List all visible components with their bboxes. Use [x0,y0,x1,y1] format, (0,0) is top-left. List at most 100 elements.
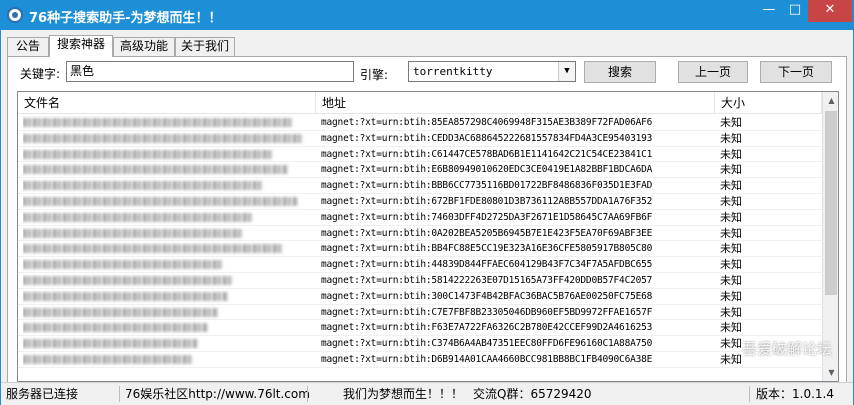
magnet-link-cell[interactable]: magnet:?xt=urn:btih:85EA857298C4069948F3… [321,115,717,130]
filename-cell [23,352,313,367]
table-row[interactable]: magnet:?xt=urn:btih:74603DFF4D2725DA3F26… [18,210,822,226]
filename-cell [23,336,313,351]
filename-cell [23,257,313,272]
filename-cell [23,241,313,256]
filename-cell [23,289,313,304]
app-icon [7,7,23,23]
tab-about[interactable]: 关于我们 [175,37,235,56]
next-page-button[interactable]: 下一页 [760,61,832,83]
engine-select-value: torrentkitty [413,65,493,78]
size-cell: 未知 [720,273,742,287]
magnet-link-cell[interactable]: magnet:?xt=urn:btih:74603DFF4D2725DA3F26… [321,210,717,225]
window-client: 公告 搜索神器 高级功能 关于我们 关键字: 黑色 引擎: torrentkit… [0,30,854,405]
table-row[interactable]: magnet:?xt=urn:btih:C61447CE578BAD6B1E11… [18,147,822,163]
size-cell: 未知 [720,210,742,224]
magnet-link-cell[interactable]: magnet:?xt=urn:btih:C61447CE578BAD6B1E11… [321,147,717,162]
size-cell: 未知 [720,242,742,256]
engine-select[interactable]: torrentkitty ▼ [408,61,576,82]
blurred-filename [23,323,208,333]
blurred-filename [23,275,233,285]
tab-advanced[interactable]: 高级功能 [113,37,175,56]
column-header-address[interactable]: 地址 [316,92,715,114]
magnet-link-cell[interactable]: magnet:?xt=urn:btih:BB4FC88E5CC19E323A16… [321,241,717,256]
magnet-link-cell[interactable]: magnet:?xt=urn:btih:C374B6A4AB47351EEC80… [321,336,717,351]
window-title: 76种子搜索助手-为梦想而生！！ [29,11,222,26]
magnet-link-cell[interactable]: magnet:?xt=urn:btih:D6B914A01CAA4660BCC9… [321,352,717,367]
table-row[interactable]: magnet:?xt=urn:btih:BBB6CC7735116BD01722… [18,178,822,194]
blurred-filename [23,244,283,254]
filename-cell [23,115,313,130]
close-button[interactable]: ✕ [808,0,852,22]
table-row[interactable]: magnet:?xt=urn:btih:D6B914A01CAA4660BCC9… [18,352,822,368]
filename-cell [23,305,313,320]
magnet-link-cell[interactable]: magnet:?xt=urn:btih:CEDD3AC6886452226815… [321,131,717,146]
magnet-link-cell[interactable]: magnet:?xt=urn:btih:5814222263E07D15165A… [321,273,717,288]
column-header-filename[interactable]: 文件名 [18,92,316,114]
status-slogan: 我们为梦想而生！！！ [343,387,464,401]
table-row[interactable]: magnet:?xt=urn:btih:672BF1FDE80801D3B736… [18,194,822,210]
filename-cell [23,226,313,241]
keyword-label: 关键字: [20,67,61,81]
status-qq-group: 交流Q群：65729420 [473,387,592,401]
search-button[interactable]: 搜索 [584,61,656,83]
filename-cell [23,147,313,162]
magnet-link-cell[interactable]: magnet:?xt=urn:btih:F63E7A722FA6326C2B78… [321,320,717,335]
maximize-button[interactable]: □ [782,0,808,22]
filename-cell [23,194,313,209]
blurred-filename [23,196,298,206]
filename-cell [23,320,313,335]
filename-cell [23,210,313,225]
status-bar: 服务器已连接 76娱乐社区http://www.76lt.com 我们为梦想而生… [1,382,853,405]
table-row[interactable]: magnet:?xt=urn:btih:E6B80949010620EDC3CE… [18,162,822,179]
tab-announcement[interactable]: 公告 [7,37,49,56]
magnet-link-cell[interactable]: magnet:?xt=urn:btih:672BF1FDE80801D3B736… [321,194,717,209]
blurred-filename [23,212,253,222]
magnet-link-cell[interactable]: magnet:?xt=urn:btih:300C1473F4B42BFAC36B… [321,289,717,304]
table-row[interactable]: magnet:?xt=urn:btih:F63E7A722FA6326C2B78… [18,320,822,337]
table-row[interactable]: magnet:?xt=urn:btih:CEDD3AC6886452226815… [18,131,822,147]
status-community-link[interactable]: 76娱乐社区http://www.76lt.com [125,383,310,405]
table-row[interactable]: magnet:?xt=urn:btih:5814222263E07D15165A… [18,273,822,289]
status-version: 版本：1.0.1.4 [756,387,834,401]
blurred-filename [23,118,293,127]
size-cell: 未知 [720,163,742,177]
scroll-up-icon[interactable]: ▲ [823,92,838,109]
blurred-filename [23,354,193,364]
size-cell: 未知 [720,258,742,272]
magnet-link-cell[interactable]: magnet:?xt=urn:btih:0A202BEA5205B6945B7E… [321,226,717,241]
scroll-down-icon[interactable]: ▼ [823,364,838,381]
filename-cell [23,131,313,146]
magnet-link-cell[interactable]: magnet:?xt=urn:btih:E6B80949010620EDC3CE… [321,162,717,177]
blurred-filename [23,339,198,349]
filename-cell [23,162,313,177]
table-row[interactable]: magnet:?xt=urn:btih:300C1473F4B42BFAC36B… [18,289,822,305]
table-row[interactable]: magnet:?xt=urn:btih:85EA857298C4069948F3… [18,115,822,131]
size-cell: 未知 [720,226,742,240]
blurred-filename [23,228,243,238]
chevron-down-icon[interactable]: ▼ [558,62,575,81]
column-header-size[interactable]: 大小 [715,92,822,114]
magnet-link-cell[interactable]: magnet:?xt=urn:btih:C7E7FBF8B23305046DB9… [321,305,717,320]
magnet-link-cell[interactable]: magnet:?xt=urn:btih:BBB6CC7735116BD01722… [321,178,717,193]
scroll-thumb[interactable] [825,111,837,295]
table-row[interactable]: magnet:?xt=urn:btih:C7E7FBF8B23305046DB9… [18,305,822,321]
prev-page-button[interactable]: 上一页 [678,61,748,83]
results-table: 文件名 地址 大小 magnet:?xt=urn:btih:85EA857298… [17,91,839,382]
engine-label: 引擎: [360,68,389,82]
filename-cell [23,273,313,288]
table-row[interactable]: magnet:?xt=urn:btih:44839D844FFAEC604129… [18,257,822,273]
keyword-input[interactable]: 黑色 [66,61,354,82]
size-cell: 未知 [720,194,742,208]
table-row[interactable]: magnet:?xt=urn:btih:C374B6A4AB47351EEC80… [18,336,822,352]
table-row[interactable]: magnet:?xt=urn:btih:BB4FC88E5CC19E323A16… [18,241,822,258]
table-row[interactable]: magnet:?xt=urn:btih:0A202BEA5205B6945B7E… [18,226,822,242]
magnet-link-cell[interactable]: magnet:?xt=urn:btih:44839D844FFAEC604129… [321,257,717,272]
size-cell: 未知 [720,147,742,161]
watermark: 吾爱破解论坛 [742,340,833,358]
tab-search[interactable]: 搜索神器 [49,35,113,57]
blurred-filename [23,291,228,301]
size-cell: 未知 [720,289,742,303]
minimize-button[interactable]: — [756,0,782,22]
blurred-filename [23,260,223,270]
size-cell: 未知 [720,321,742,335]
